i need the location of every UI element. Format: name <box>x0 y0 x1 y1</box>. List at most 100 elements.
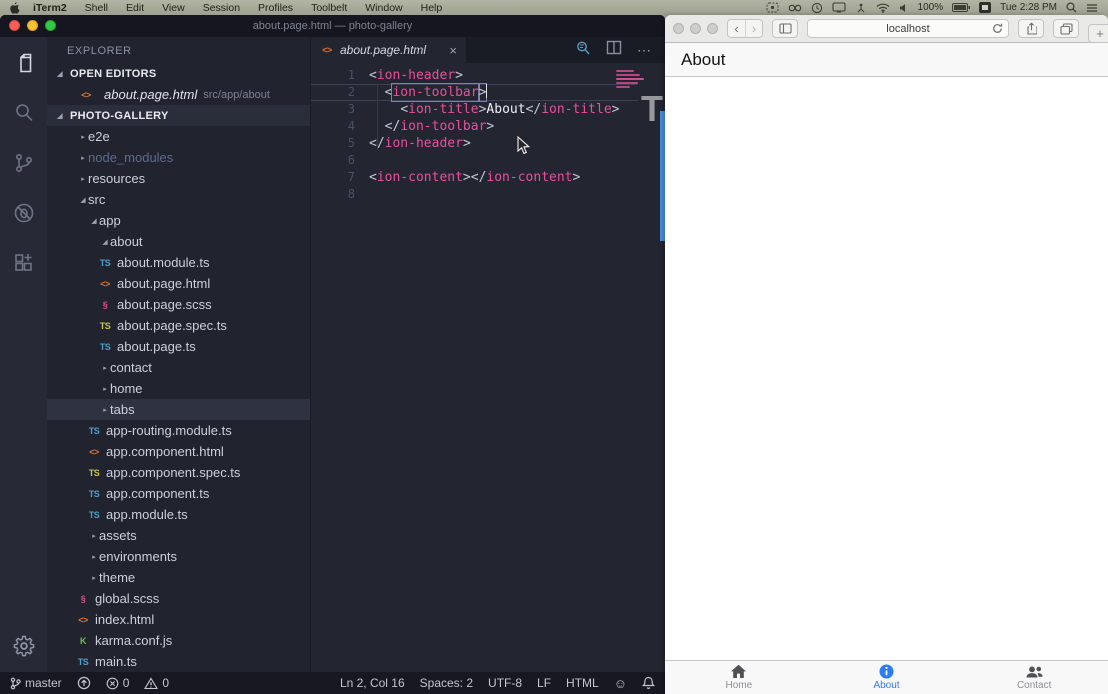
menu-bar-clock[interactable]: Tue 2:28 PM <box>1000 2 1057 13</box>
vscode-title-bar[interactable]: about.page.html — photo-gallery <box>0 15 665 37</box>
open-editor-item-about-page-html[interactable]: <> about.page.html src/app/about <box>47 84 310 105</box>
tree-item-resources[interactable]: ▸resources <box>47 168 310 189</box>
status-icon-binoculars[interactable] <box>788 3 802 13</box>
eol-indicator[interactable]: LF <box>537 676 551 690</box>
tree-item-index.html[interactable]: <>index.html <box>47 609 310 630</box>
tree-item-main.ts[interactable]: TSmain.ts <box>47 651 310 672</box>
tree-item-tabs[interactable]: ▸tabs <box>47 399 310 420</box>
forward-button[interactable]: › <box>745 20 762 37</box>
tree-item-karma.conf.js[interactable]: Kkarma.conf.js <box>47 630 310 651</box>
new-tab-button[interactable]: + <box>1088 24 1108 43</box>
code-line-5[interactable]: 5</ion-header> <box>311 135 638 152</box>
source-control-icon[interactable] <box>12 151 36 175</box>
open-editors-header[interactable]: ◢ OPEN EDITORS <box>47 63 310 84</box>
project-section-header[interactable]: ◢ PHOTO-GALLERY <box>47 105 310 126</box>
tree-item-theme[interactable]: ▸theme <box>47 567 310 588</box>
menu-iterm2[interactable]: iTerm2 <box>24 2 76 14</box>
tree-item-app.component.spec.ts[interactable]: TSapp.component.spec.ts <box>47 462 310 483</box>
close-window-button[interactable] <box>673 23 684 34</box>
publish-changes-button[interactable] <box>77 676 91 690</box>
tree-item-home[interactable]: ▸home <box>47 378 310 399</box>
status-icon-airplay[interactable] <box>855 2 867 13</box>
search-icon[interactable] <box>12 101 36 125</box>
code-line-4[interactable]: 4 </ion-toolbar> <box>311 118 638 135</box>
errors-indicator[interactable]: 0 <box>106 676 130 690</box>
tree-item-e2e[interactable]: ▸e2e <box>47 126 310 147</box>
code-area[interactable]: 1<ion-header>2 <ion-toolbar>3 <ion-title… <box>311 63 665 672</box>
code-line-6[interactable]: 6 <box>311 152 638 169</box>
close-window-button[interactable] <box>9 20 20 31</box>
tree-item-about.page.html[interactable]: <>about.page.html <box>47 273 310 294</box>
code-line-7[interactable]: 7<ion-content></ion-content> <box>311 169 638 186</box>
cursor-position-indicator[interactable]: Ln 2, Col 16 <box>340 676 405 690</box>
tree-item-environments[interactable]: ▸environments <box>47 546 310 567</box>
notification-center-icon[interactable] <box>1086 3 1098 13</box>
open-preview-icon[interactable] <box>575 40 591 61</box>
minimize-window-button[interactable] <box>690 23 701 34</box>
settings-gear-icon[interactable] <box>13 634 35 658</box>
spotlight-icon[interactable] <box>1066 2 1077 13</box>
tree-item-about[interactable]: ◢about <box>47 231 310 252</box>
more-actions-icon[interactable]: ⋯ <box>637 42 652 59</box>
menu-toolbelt[interactable]: Toolbelt <box>302 2 356 14</box>
language-mode-indicator[interactable]: HTML <box>566 676 599 690</box>
tree-item-contact[interactable]: ▸contact <box>47 357 310 378</box>
tree-item-src[interactable]: ◢src <box>47 189 310 210</box>
code-line-3[interactable]: 3 <ion-title>About</ion-title> <box>311 101 638 118</box>
split-editor-icon[interactable] <box>606 40 622 60</box>
status-icon-display[interactable] <box>832 2 846 13</box>
minimize-window-button[interactable] <box>27 20 38 31</box>
tree-item-global.scss[interactable]: §global.scss <box>47 588 310 609</box>
status-icon-capture[interactable] <box>766 2 779 13</box>
reload-icon[interactable] <box>992 23 1003 34</box>
tree-item-app.module.ts[interactable]: TSapp.module.ts <box>47 504 310 525</box>
tree-item-app.component.html[interactable]: <>app.component.html <box>47 441 310 462</box>
tree-item-about.page.ts[interactable]: TSabout.page.ts <box>47 336 310 357</box>
app-tab-home[interactable]: Home <box>665 661 813 694</box>
notifications-bell-icon[interactable] <box>642 676 655 690</box>
address-bar[interactable]: localhost <box>807 19 1009 38</box>
close-tab-icon[interactable]: × <box>449 43 457 58</box>
menu-edit[interactable]: Edit <box>117 2 153 14</box>
menu-profiles[interactable]: Profiles <box>249 2 302 14</box>
battery-icon[interactable] <box>952 3 970 12</box>
menu-window[interactable]: Window <box>356 2 411 14</box>
menu-session[interactable]: Session <box>194 2 249 14</box>
tree-item-about.page.spec.ts[interactable]: TSabout.page.spec.ts <box>47 315 310 336</box>
tree-item-node_modules[interactable]: ▸node_modules <box>47 147 310 168</box>
share-button[interactable] <box>1018 19 1044 38</box>
explorer-icon[interactable] <box>12 51 36 75</box>
app-tab-about[interactable]: About <box>813 661 961 694</box>
menu-view[interactable]: View <box>153 2 194 14</box>
input-source-icon[interactable] <box>979 2 991 13</box>
status-icon-time-machine[interactable] <box>811 2 823 14</box>
tree-item-app[interactable]: ◢app <box>47 210 310 231</box>
code-line-8[interactable]: 8 <box>311 186 638 203</box>
extensions-icon[interactable] <box>12 251 36 275</box>
indentation-indicator[interactable]: Spaces: 2 <box>420 676 473 690</box>
tab-overview-button[interactable] <box>1053 19 1079 38</box>
code-line-2[interactable]: 2 <ion-toolbar> <box>311 84 638 101</box>
status-icon-wifi[interactable] <box>876 3 890 13</box>
menu-help[interactable]: Help <box>412 2 452 14</box>
status-icon-volume[interactable] <box>899 3 909 13</box>
git-branch-indicator[interactable]: master <box>10 676 62 690</box>
menu-shell[interactable]: Shell <box>76 2 117 14</box>
debug-icon[interactable] <box>12 201 36 225</box>
zoom-window-button[interactable] <box>45 20 56 31</box>
code-line-1[interactable]: 1<ion-header> <box>311 67 638 84</box>
tree-item-app-routing.module.ts[interactable]: TSapp-routing.module.ts <box>47 420 310 441</box>
tree-item-about.page.scss[interactable]: §about.page.scss <box>47 294 310 315</box>
back-button[interactable]: ‹ <box>728 20 745 37</box>
app-tab-contact[interactable]: Contact <box>960 661 1108 694</box>
minimap[interactable] <box>616 70 646 88</box>
tree-item-assets[interactable]: ▸assets <box>47 525 310 546</box>
apple-menu-icon[interactable] <box>10 2 24 14</box>
feedback-smiley-icon[interactable]: ☺ <box>614 676 627 691</box>
warnings-indicator[interactable]: 0 <box>144 676 169 690</box>
sidebar-toggle-button[interactable] <box>772 19 798 38</box>
encoding-indicator[interactable]: UTF-8 <box>488 676 522 690</box>
editor-tab-about-page-html[interactable]: <> about.page.html × <box>311 37 466 63</box>
tree-item-app.component.ts[interactable]: TSapp.component.ts <box>47 483 310 504</box>
tree-item-about.module.ts[interactable]: TSabout.module.ts <box>47 252 310 273</box>
